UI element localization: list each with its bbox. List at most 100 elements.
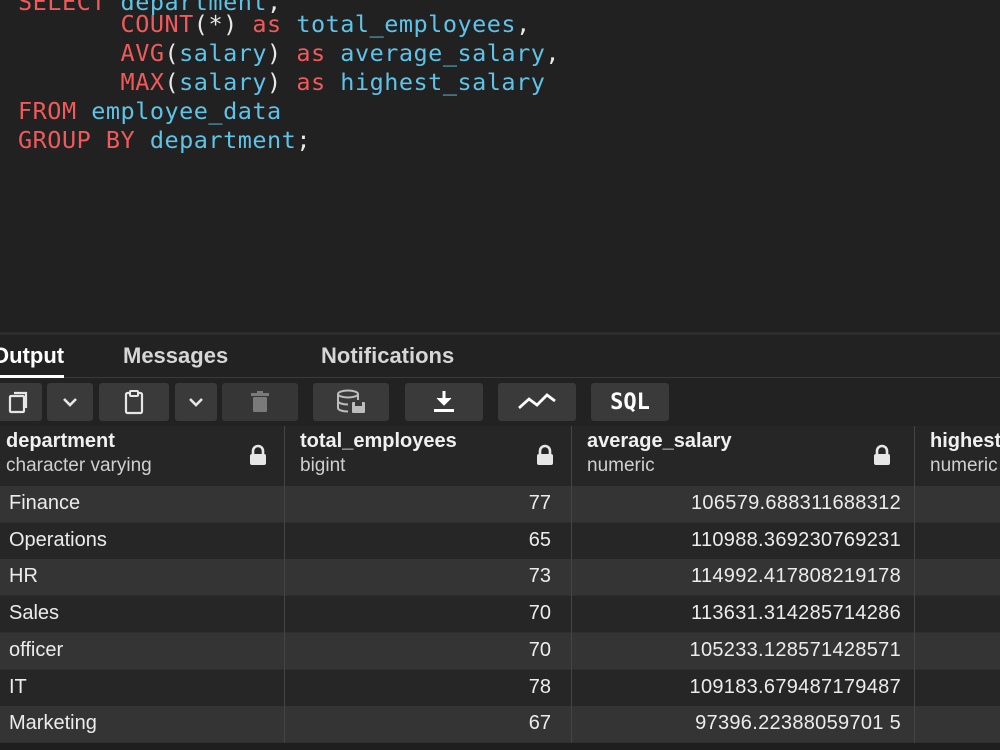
sql-button[interactable]: SQL <box>591 383 669 421</box>
table-row[interactable]: officer 70 105233.128571428571 <box>0 632 1000 670</box>
copy-options-button[interactable] <box>47 383 93 421</box>
cell-total-employees[interactable]: 65 <box>285 522 572 560</box>
code-token: average_salary <box>340 39 546 67</box>
code-token: ; <box>296 126 311 154</box>
cell-total-employees[interactable]: 78 <box>285 669 572 707</box>
tab-notifications[interactable]: Notifications <box>321 341 454 371</box>
cell-department[interactable]: Finance <box>0 486 285 523</box>
cell-total-employees[interactable]: 70 <box>285 632 572 670</box>
tab-messages[interactable]: Messages <box>123 341 228 371</box>
code-token: as <box>296 68 326 96</box>
cell-average-salary[interactable]: 114992.417808219178 <box>572 559 915 597</box>
column-type: numeric <box>587 455 655 476</box>
lock-icon <box>537 444 553 465</box>
column-header-total-employees[interactable]: total_employees bigint <box>285 426 572 486</box>
copy-button[interactable] <box>0 383 42 421</box>
chevron-down-icon <box>189 398 203 407</box>
query-editor[interactable]: SELECT department, COUNT(*) as total_emp… <box>0 0 1000 333</box>
cell-highest-salary[interactable] <box>915 523 1000 560</box>
paste-options-button[interactable] <box>175 383 217 421</box>
delete-icon <box>251 391 269 412</box>
results-grid[interactable]: department character varying total_emplo… <box>0 426 1000 750</box>
column-header-average-salary[interactable]: average_salary numeric <box>572 426 915 486</box>
column-name: highest_salary <box>930 430 1000 452</box>
cell-highest-salary[interactable] <box>915 706 1000 743</box>
cell-highest-salary[interactable] <box>915 486 1000 523</box>
cell-average-salary[interactable]: 110988.369230769231 <box>572 522 915 560</box>
cell-total-employees[interactable]: 73 <box>285 559 572 597</box>
column-header-highest-salary[interactable]: highest_salary numeric <box>915 426 1000 486</box>
tab-notifications-label: Notifications <box>321 343 455 368</box>
column-name: department <box>6 430 115 452</box>
paste-button[interactable] <box>99 383 169 421</box>
table-row[interactable]: HR 73 114992.417808219178 <box>0 559 1000 597</box>
table-row[interactable]: Sales 70 113631.314285714286 <box>0 596 1000 634</box>
code-token: ) <box>267 39 297 67</box>
code-token: as <box>252 10 282 38</box>
save-data-button[interactable] <box>313 383 389 421</box>
code-token: as <box>296 39 326 67</box>
column-name: average_salary <box>587 430 732 452</box>
cell-department[interactable]: Sales <box>0 596 285 634</box>
tab-output-label: Output <box>0 343 65 368</box>
table-row[interactable]: IT 78 109183.679487179487 <box>0 669 1000 707</box>
tab-output[interactable]: Output <box>0 341 65 378</box>
cell-department[interactable]: Operations <box>0 522 285 560</box>
cell-department[interactable]: Marketing <box>0 706 285 744</box>
code-token: ( <box>164 68 180 96</box>
cell-department[interactable]: IT <box>0 669 285 707</box>
code-token: ) <box>267 68 297 96</box>
paste-icon <box>124 390 144 415</box>
cell-total-employees[interactable]: 70 <box>285 596 572 634</box>
graph-visualiser-button[interactable] <box>498 383 576 421</box>
code-token: total_employees <box>296 10 517 38</box>
table-row[interactable]: Marketing 67 97396.22388059701 5 <box>0 706 1000 744</box>
cell-department[interactable]: HR <box>0 559 285 597</box>
cell-highest-salary[interactable] <box>915 596 1000 633</box>
lock-icon <box>874 444 890 465</box>
code-token: , <box>516 10 531 38</box>
code-line: GROUP BY department; <box>18 126 311 154</box>
table-row[interactable]: Operations 65 110988.369230769231 <box>0 522 1000 560</box>
delete-row-button[interactable] <box>222 383 298 421</box>
code-token: employee_data <box>91 97 282 125</box>
cell-average-salary[interactable]: 113631.314285714286 <box>572 596 915 634</box>
cell-average-salary[interactable]: 105233.128571428571 <box>572 632 915 670</box>
cell-total-employees[interactable]: 77 <box>285 486 572 523</box>
sql-button-label: SQL <box>610 389 650 415</box>
code-token: GROUP BY <box>18 126 136 154</box>
cell-highest-salary[interactable] <box>915 559 1000 596</box>
download-icon <box>434 391 454 412</box>
cell-total-employees[interactable]: 67 <box>285 706 572 744</box>
grid-header-row: department character varying total_emplo… <box>0 426 1000 487</box>
cell-average-salary[interactable]: 106579.688311688312 <box>572 486 915 523</box>
results-tabbar: Output Messages Notifications <box>0 335 1000 378</box>
code-token: department <box>149 126 297 154</box>
code-line: AVG(salary) as average_salary, <box>18 39 560 67</box>
code-line: FROM employee_data <box>18 97 282 125</box>
column-type: character varying <box>6 455 152 476</box>
save-data-icon <box>337 389 365 413</box>
copy-icon <box>8 391 28 414</box>
code-token: MAX <box>120 68 165 96</box>
table-row[interactable]: Finance 77 106579.688311688312 <box>0 486 1000 523</box>
cell-department[interactable]: officer <box>0 632 285 670</box>
download-button[interactable] <box>405 383 483 421</box>
cell-average-salary[interactable]: 97396.22388059701 5 <box>572 706 915 744</box>
cell-average-salary[interactable]: 109183.679487179487 <box>572 669 915 707</box>
code-token: COUNT <box>120 10 194 38</box>
cell-highest-salary[interactable] <box>915 633 1000 670</box>
column-header-department[interactable]: department character varying <box>0 426 285 486</box>
cell-highest-salary[interactable] <box>915 670 1000 707</box>
code-line: MAX(salary) as highest_salary <box>18 68 545 96</box>
code-token: salary <box>179 68 268 96</box>
code-token: highest_salary <box>340 68 546 96</box>
code-token: ( <box>164 39 180 67</box>
code-line: COUNT(*) as total_employees, <box>18 10 531 38</box>
